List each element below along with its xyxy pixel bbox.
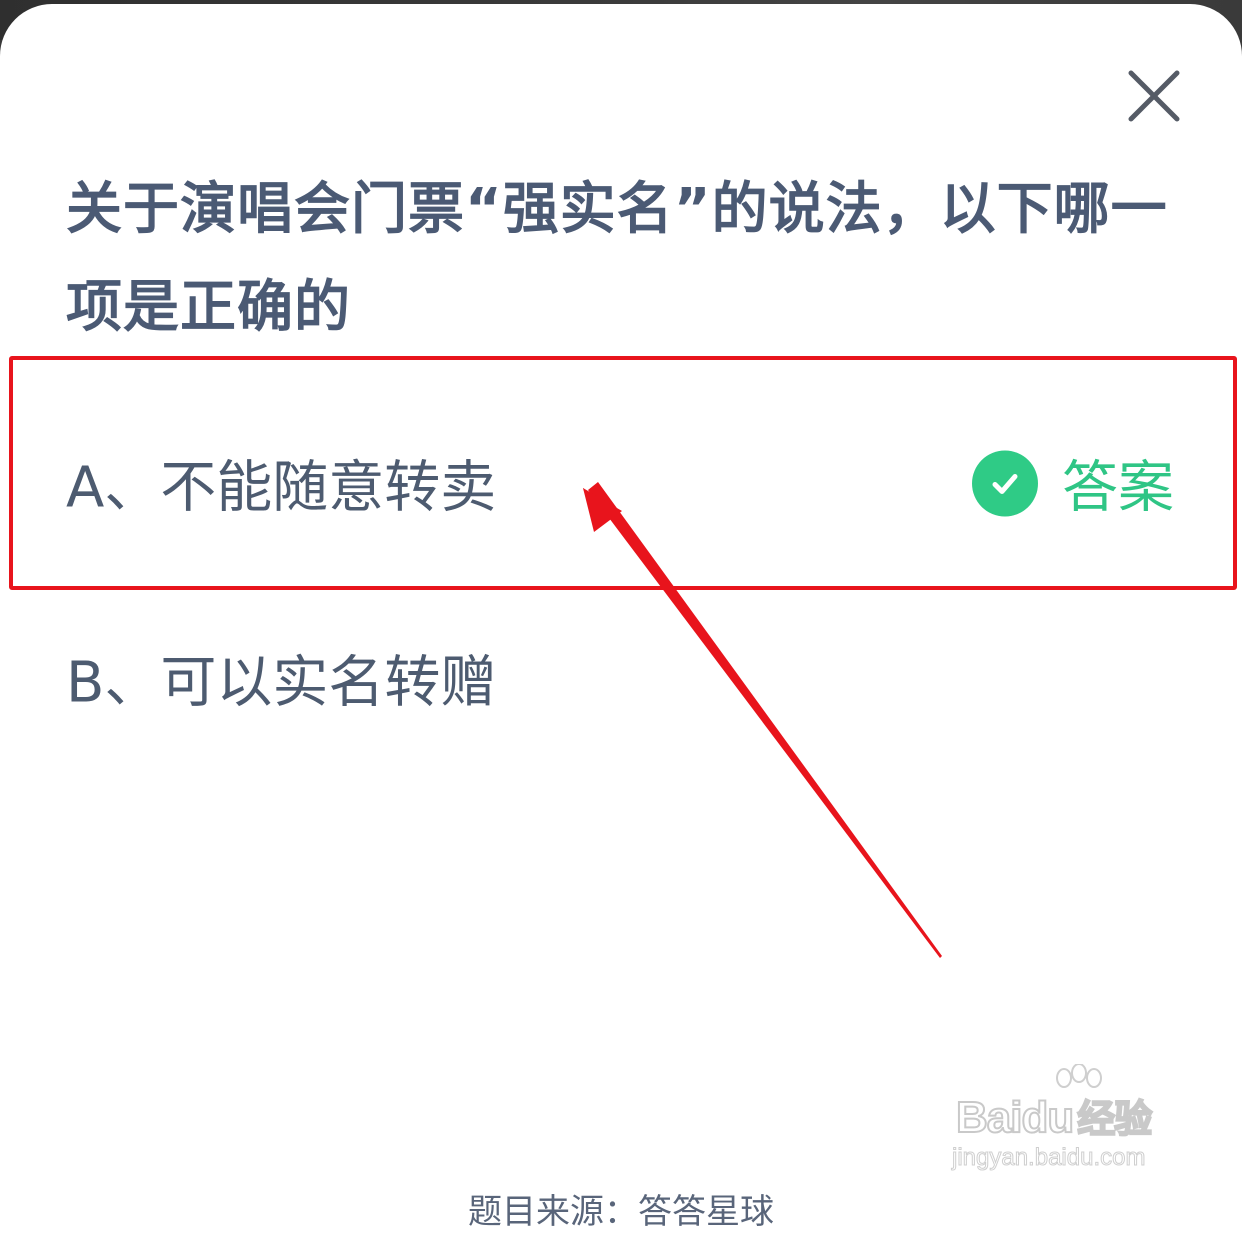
question-source: 题目来源：答答星球 xyxy=(468,1192,774,1232)
option-b[interactable]: B、可以实名转赠 xyxy=(0,618,1242,738)
question-title: 关于演唱会门票“强实名”的说法，以下哪一项是正确的 xyxy=(66,177,1168,340)
check-circle-icon xyxy=(972,450,1038,516)
option-b-label: B、可以实名转赠 xyxy=(66,650,497,716)
close-icon xyxy=(1128,70,1180,122)
answer-label: 答案 xyxy=(1062,455,1174,521)
option-a[interactable]: A、不能随意转卖 答案 xyxy=(0,423,1242,543)
option-a-label: A、不能随意转卖 xyxy=(66,455,497,521)
close-button[interactable] xyxy=(1126,68,1182,124)
answer-tag: 答案 xyxy=(972,443,1174,524)
